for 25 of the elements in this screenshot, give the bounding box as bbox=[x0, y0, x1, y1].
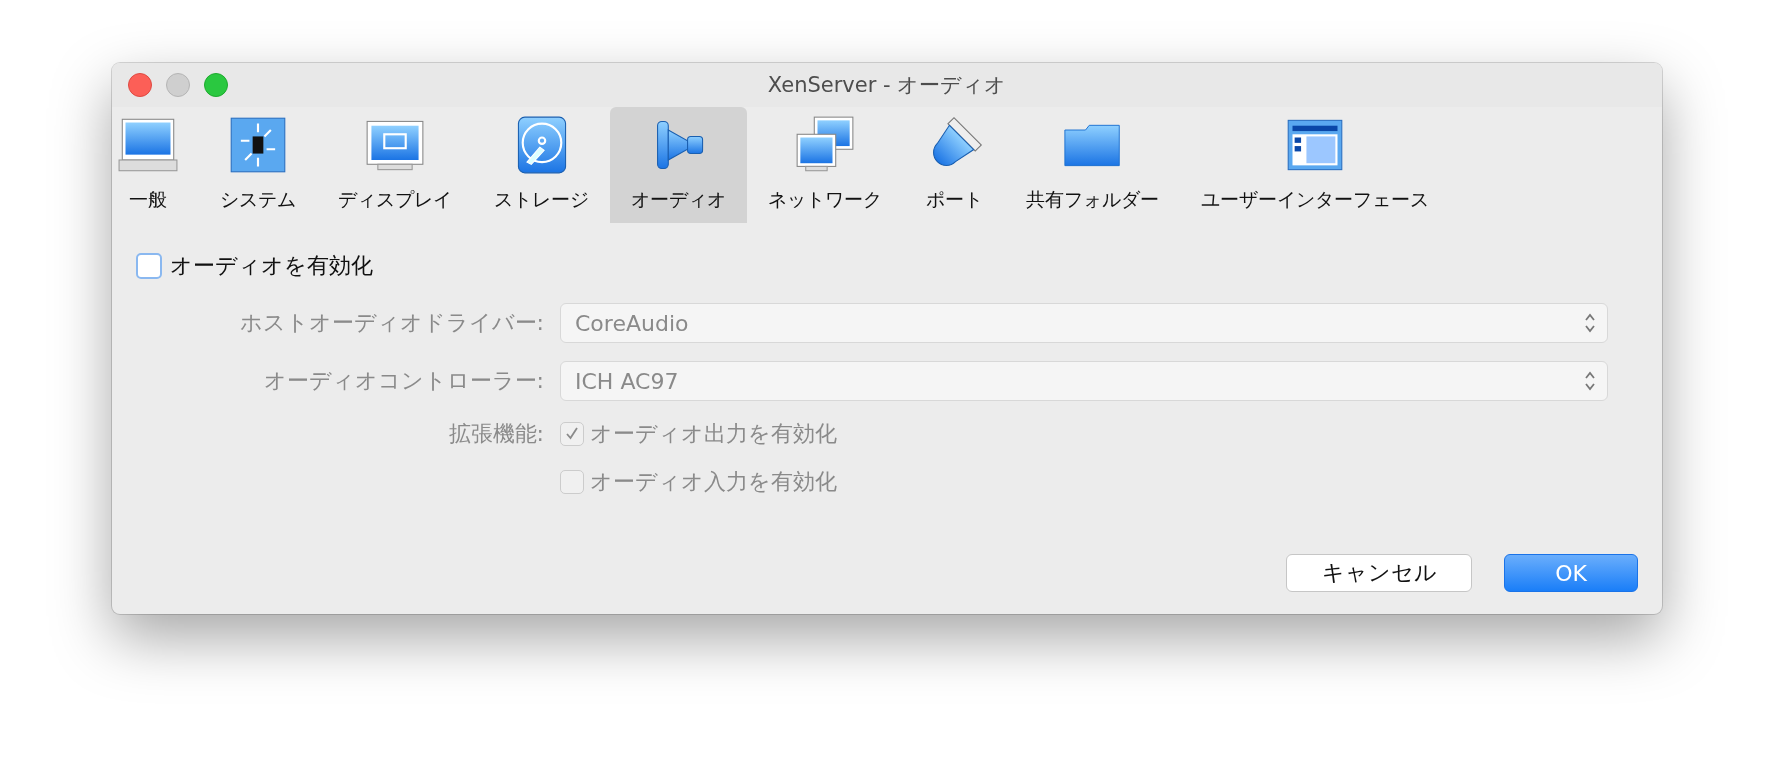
settings-tab[interactable]: ストレージ bbox=[473, 107, 610, 223]
settings-tab[interactable]: ネットワーク bbox=[747, 107, 903, 223]
settings-tab[interactable]: ディスプレイ bbox=[317, 107, 473, 223]
chevron-icon bbox=[1583, 312, 1597, 334]
zoom-button[interactable] bbox=[204, 73, 228, 97]
settings-tab[interactable]: オーディオ bbox=[610, 107, 747, 223]
window-title: XenServer - オーディオ bbox=[767, 73, 1007, 97]
checkbox-label: オーディオ出力を有効化 bbox=[590, 420, 837, 448]
checkbox[interactable] bbox=[136, 253, 162, 279]
settings-tab[interactable]: 共有フォルダー bbox=[1005, 107, 1180, 223]
checkbox-label: オーディオ入力を有効化 bbox=[590, 468, 837, 496]
cancel-button[interactable]: キャンセル bbox=[1286, 554, 1472, 592]
minimize-button[interactable] bbox=[166, 73, 190, 97]
settings-tab[interactable]: システム bbox=[199, 107, 317, 223]
field-label: 拡張機能: bbox=[447, 420, 544, 448]
chevron-icon bbox=[1583, 370, 1597, 392]
settings-tab[interactable]: ポート bbox=[903, 107, 1005, 223]
checkmark-icon bbox=[564, 426, 580, 442]
settings-tab[interactable]: 一般 bbox=[112, 107, 199, 223]
field-label: オーディオコントローラー: bbox=[262, 367, 544, 395]
checkbox-label: オーディオを有効化 bbox=[170, 252, 373, 280]
chip-icon bbox=[228, 115, 288, 175]
field-label: ホストオーディオドライバー: bbox=[238, 309, 544, 337]
close-button[interactable] bbox=[128, 73, 152, 97]
settings-tab[interactable]: ユーザーインターフェース bbox=[1180, 107, 1450, 223]
